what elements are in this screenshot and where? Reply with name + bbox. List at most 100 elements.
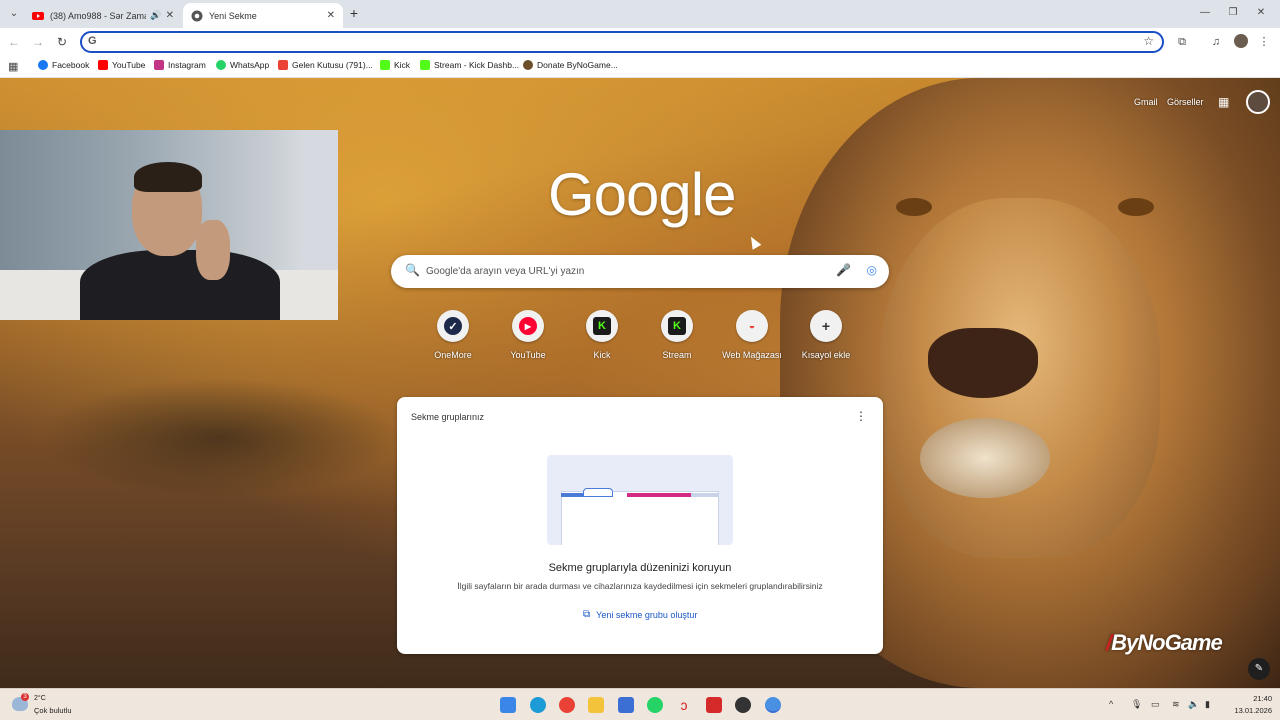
- window-close-button[interactable]: ✕: [1254, 6, 1268, 20]
- weather-badge: 3: [21, 693, 29, 701]
- lion-nose: [928, 328, 1038, 398]
- bookmark-label: WhatsApp: [230, 60, 270, 70]
- bookmark-gmail[interactable]: Gelen Kutusu (791)...: [278, 60, 373, 70]
- bookmark-facebook[interactable]: Facebook: [38, 60, 89, 70]
- apps-grid-icon[interactable]: ▦: [8, 60, 18, 73]
- add-icon: +: [817, 317, 835, 335]
- start-windows-icon[interactable]: [500, 697, 516, 713]
- kick-icon: K: [668, 317, 686, 335]
- tab-label: (38) Amo988 - Sər Zamanın: [50, 10, 146, 21]
- bookmark-label: Kick: [394, 60, 411, 70]
- lion-eye-left: [896, 198, 932, 216]
- edge-icon[interactable]: [530, 697, 546, 713]
- bookmark-star-icon[interactable]: ☆: [1143, 34, 1154, 48]
- minimize-button[interactable]: —: [1198, 6, 1212, 20]
- youtube-icon: [98, 60, 108, 70]
- google-lens-icon[interactable]: ◎: [867, 263, 877, 277]
- web-store-icon: ◒: [743, 317, 761, 335]
- google-apps-icon[interactable]: ▦: [1218, 95, 1229, 109]
- more-options-icon[interactable]: ⋮: [855, 409, 867, 423]
- new-tab-button[interactable]: +: [345, 5, 363, 23]
- shortcut-web-store[interactable]: ◒ Web Mağazası: [717, 310, 787, 360]
- card-heading: Sekme gruplarıyla düzeninizi koruyun: [548, 562, 732, 574]
- instagram-icon: [154, 60, 164, 70]
- tab-new-tab[interactable]: Yeni Sekme ✕: [183, 3, 343, 28]
- shortcut-stream[interactable]: K Stream: [642, 310, 712, 360]
- turkish-airlines-icon[interactable]: ↄ: [676, 697, 692, 713]
- bookmark-stream[interactable]: Stream - Kick Dashb...: [420, 60, 519, 70]
- chrome-icon[interactable]: [559, 697, 575, 713]
- profile-avatar[interactable]: [1234, 34, 1248, 48]
- bookmark-label: Stream - Kick Dashb...: [434, 60, 520, 70]
- onemore-icon: ✓: [444, 317, 462, 335]
- clock-date[interactable]: 13.01.2026: [1228, 706, 1272, 715]
- back-button[interactable]: ←: [6, 34, 22, 50]
- volume-icon[interactable]: 🔈: [1188, 699, 1199, 710]
- tab-close-icon[interactable]: ✕: [166, 10, 174, 21]
- lion-eye-right: [1118, 198, 1154, 216]
- create-tab-group-button[interactable]: ⧉ Yeni sekme grubu oluştur: [583, 609, 697, 620]
- chrome-menu-icon[interactable]: ⋮: [1256, 34, 1272, 50]
- address-bar[interactable]: G ☆: [80, 31, 1164, 53]
- bookmark-kick[interactable]: Kick: [380, 60, 410, 70]
- bookmark-label: Gelen Kutusu (791)...: [292, 60, 373, 70]
- bookmark-label: YouTube: [112, 60, 146, 70]
- tab-close-icon[interactable]: ✕: [327, 10, 335, 21]
- shortcut-label: Web Mağazası: [722, 350, 782, 360]
- bookmark-whatsapp[interactable]: WhatsApp: [216, 60, 269, 70]
- battery-icon[interactable]: ▮: [1205, 699, 1210, 710]
- restore-button[interactable]: ❐: [1226, 6, 1240, 20]
- customize-pencil-icon[interactable]: ✎: [1248, 658, 1270, 680]
- obs-icon[interactable]: [735, 697, 751, 713]
- tab-groups-illustration: [547, 455, 733, 545]
- search-placeholder: Google'da arayın veya URL'yi yazın: [426, 266, 585, 277]
- shortcut-add[interactable]: + Kısayol ekle: [791, 310, 861, 360]
- shortcut-youtube[interactable]: ▶ YouTube: [493, 310, 563, 360]
- tab-search-chevron-icon[interactable]: ⌄: [6, 6, 22, 22]
- windows-taskbar: 3 2°C Çok bulutlu ↄ ^ 🎙 ▭ ≋ 🔈 ▮ 21:40 13…: [0, 688, 1280, 720]
- bookmark-label: Donate ByNoGame...: [537, 60, 618, 70]
- tab-group-icon: ⧉: [583, 609, 591, 620]
- microphone-tray-icon[interactable]: 🎙: [1131, 699, 1142, 710]
- card-title: Sekme gruplarınız: [411, 412, 485, 422]
- shortcut-onemore[interactable]: ✓ OneMore: [418, 310, 488, 360]
- images-link[interactable]: Görseller: [1167, 97, 1204, 107]
- forward-button[interactable]: →: [30, 34, 46, 50]
- whatsapp-icon: [216, 60, 226, 70]
- speaker-icon[interactable]: 🔊: [150, 10, 161, 21]
- chrome-active-icon[interactable]: [765, 697, 781, 713]
- card-subtitle: İlgili sayfaların bir arada durması ve c…: [457, 581, 823, 591]
- bookmark-donate[interactable]: Donate ByNoGame...: [523, 60, 618, 70]
- youtube-icon: [32, 11, 44, 20]
- shortcut-label: OneMore: [434, 350, 472, 360]
- bookmark-youtube[interactable]: YouTube: [98, 60, 145, 70]
- reload-button[interactable]: ↻: [54, 34, 70, 50]
- tab-youtube[interactable]: (38) Amo988 - Sər Zamanın 🔊 ✕: [24, 3, 182, 28]
- extensions-icon[interactable]: ⧉: [1174, 34, 1190, 50]
- app-red-icon[interactable]: [706, 697, 722, 713]
- google-search-box[interactable]: 🔍 Google'da arayın veya URL'yi yazın 🎤 ◎: [391, 255, 889, 288]
- clock-time[interactable]: 21:40: [1250, 694, 1272, 703]
- bookmark-instagram[interactable]: Instagram: [154, 60, 206, 70]
- whatsapp-icon[interactable]: [647, 697, 663, 713]
- display-tray-icon[interactable]: ▭: [1151, 699, 1160, 710]
- file-explorer-icon[interactable]: [588, 697, 604, 713]
- google-account-avatar[interactable]: [1246, 90, 1270, 114]
- gmail-link[interactable]: Gmail: [1134, 97, 1158, 107]
- mouse-cursor-icon: [746, 234, 762, 250]
- create-tab-group-label: Yeni sekme grubu oluştur: [596, 609, 698, 620]
- weather-description: Çok bulutlu: [34, 706, 72, 715]
- bookmarks-bar: ▦ Facebook YouTube Instagram WhatsApp Ge…: [0, 56, 1280, 78]
- address-input[interactable]: [104, 34, 1134, 50]
- google-icon: G: [88, 35, 97, 47]
- wifi-icon[interactable]: ≋: [1172, 699, 1180, 710]
- media-control-icon[interactable]: ♫: [1208, 34, 1224, 50]
- microphone-icon[interactable]: 🎤: [836, 263, 851, 277]
- tray-chevron-icon[interactable]: ^: [1109, 699, 1113, 709]
- bynogame-watermark: /ByNoGame: [1106, 630, 1223, 655]
- shortcut-kick[interactable]: K Kick: [567, 310, 637, 360]
- shortcut-label: Kısayol ekle: [801, 350, 851, 360]
- weather-temperature: 2°C: [34, 695, 46, 702]
- tab-label: Yeni Sekme: [209, 10, 257, 21]
- mail-icon[interactable]: [618, 697, 634, 713]
